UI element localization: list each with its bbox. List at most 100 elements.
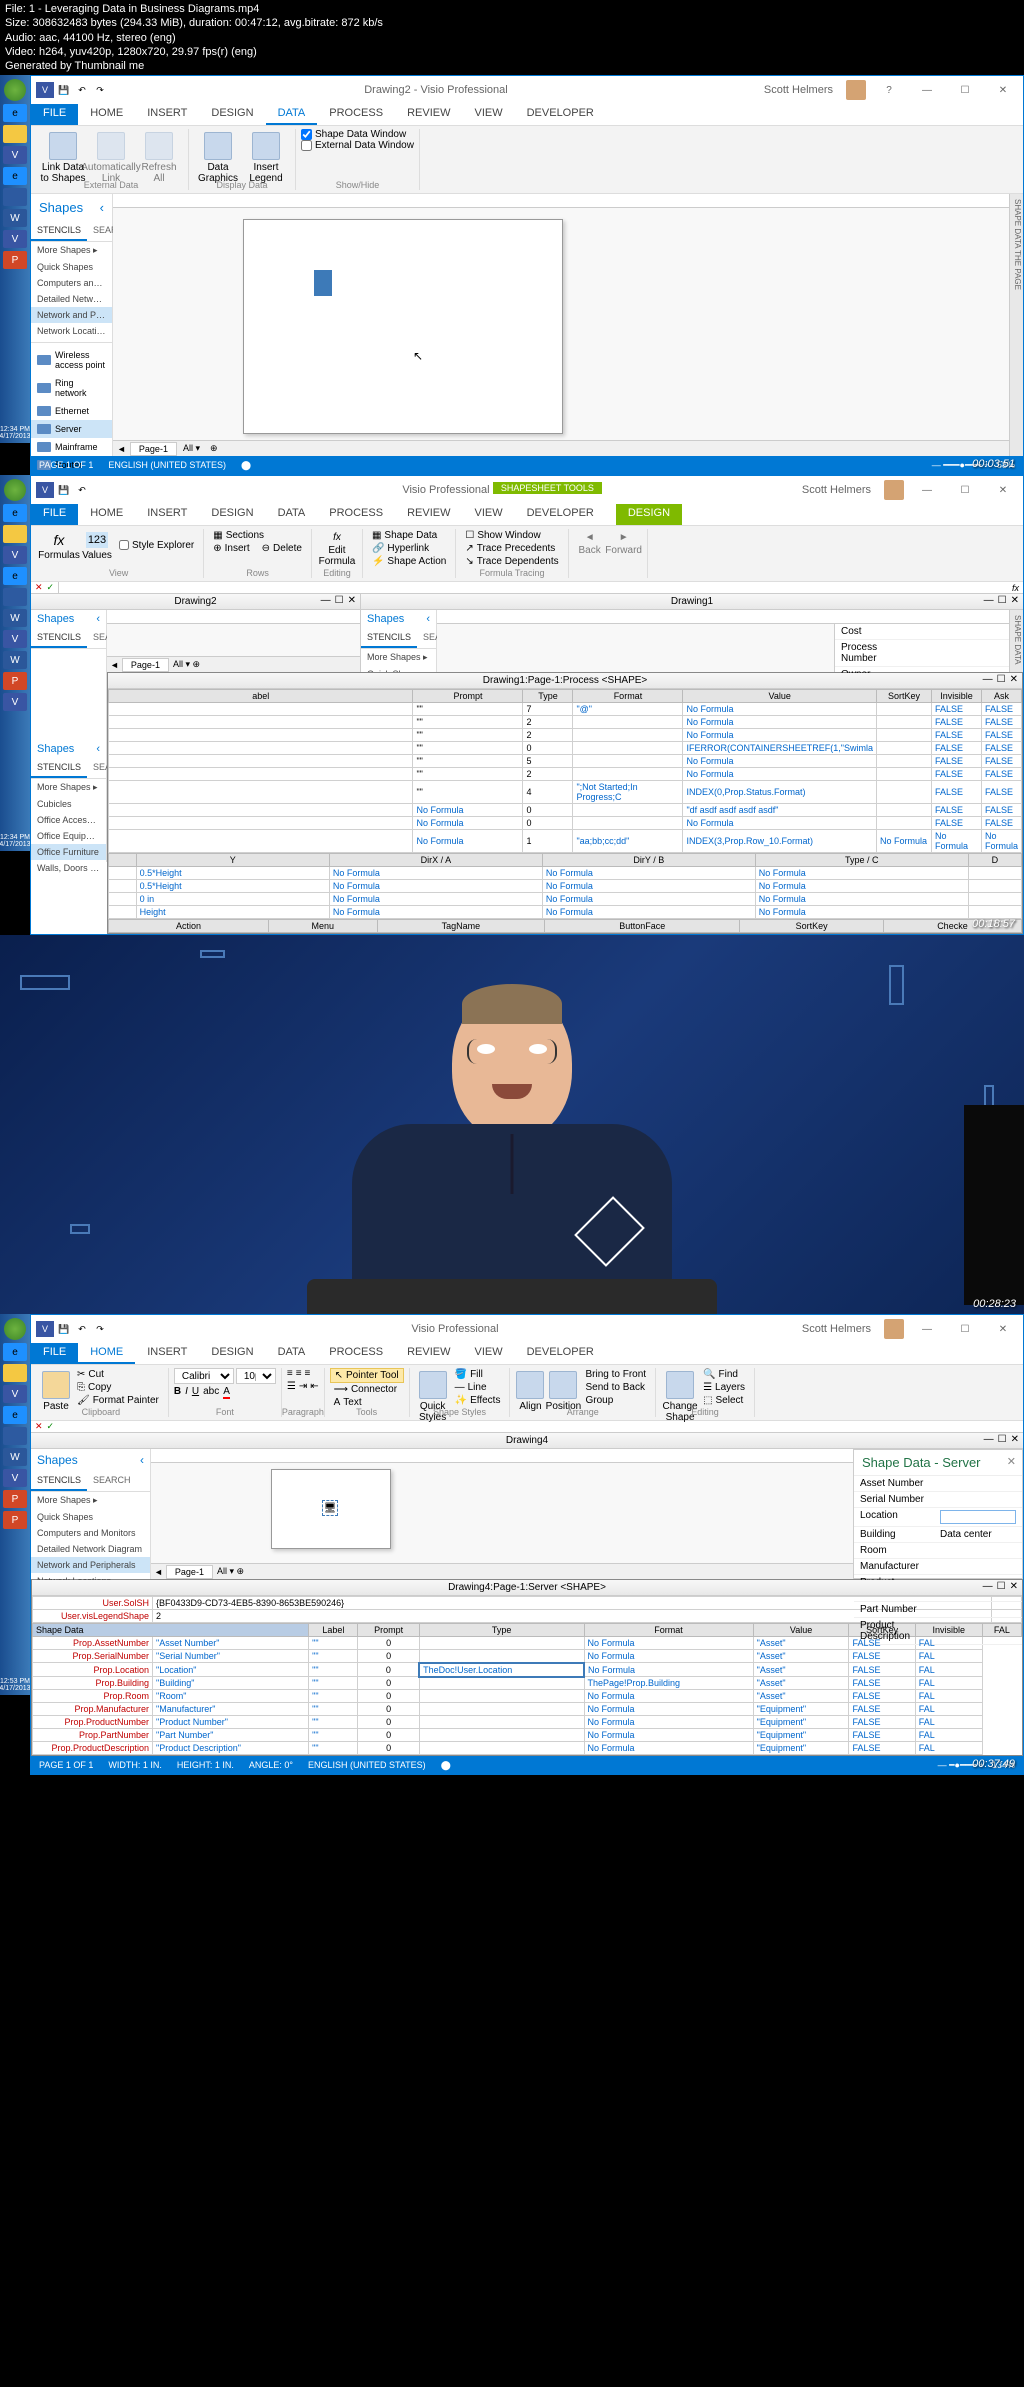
bring-front-button[interactable]: Bring to Front [581,1368,650,1381]
field-value[interactable] [934,1476,1022,1491]
ppt-icon[interactable]: P [3,1490,27,1508]
minimize-icon[interactable]: — [912,80,942,100]
tab-data[interactable]: DATA [266,504,318,525]
ppt-icon[interactable]: P [3,1511,27,1529]
tab-insert[interactable]: INSERT [135,504,199,525]
close-icon[interactable]: ✕ [988,80,1018,100]
tab-data[interactable]: DATA [266,1343,318,1364]
insert-button[interactable]: ⊕ Insert [209,542,253,555]
quick-shapes-item[interactable]: Quick Shapes [31,1509,150,1525]
field-value[interactable] [934,1559,1022,1574]
field-value[interactable] [934,1602,1022,1617]
tab-design[interactable]: DESIGN [199,504,265,525]
redo-icon[interactable]: ↷ [92,82,108,98]
more-shapes-item[interactable]: More Shapes ▸ [31,1492,150,1509]
close-icon[interactable]: ✕ [1011,1434,1019,1445]
collapse-icon[interactable]: ‹ [96,613,100,625]
group-button[interactable]: Group [581,1394,650,1407]
ie-icon[interactable]: e [3,1343,27,1361]
tab-process[interactable]: PROCESS [317,104,395,125]
tab-design-tool[interactable]: DESIGN [616,504,682,525]
maximize-icon[interactable]: ☐ [950,1319,980,1339]
ppt-icon[interactable]: P [3,251,27,269]
undo-icon[interactable]: ↶ [74,1321,90,1337]
user-avatar-icon[interactable] [884,1319,904,1339]
copy-button[interactable]: ⎘ Copy [73,1381,163,1394]
maximize-icon[interactable]: ☐ [335,595,344,606]
font-color-button[interactable]: A [223,1386,230,1399]
tab-home[interactable]: HOME [78,504,135,525]
cancel-icon[interactable]: ✕ [35,582,43,593]
search-tab[interactable]: SEARCH [87,1471,137,1491]
connector-button[interactable]: ⟶ Connector [330,1383,404,1396]
field-value[interactable] [934,1543,1022,1558]
shape-list-item[interactable]: Ring network [31,374,112,402]
save-icon[interactable]: 💾 [56,482,72,498]
align-right-icon[interactable]: ≡ [305,1368,311,1379]
stencil-item[interactable]: Office Furniture [31,844,106,860]
redo-icon[interactable]: ↷ [92,1321,108,1337]
stencils-tab[interactable]: STENCILS [31,628,87,648]
tab-view[interactable]: VIEW [462,104,514,125]
shape-data-sidebar[interactable]: SHAPE DATA [1009,610,1023,672]
canvas[interactable]: 🖥 ◄Page-1All ▾ ⊕ [151,1449,853,1579]
tab-file[interactable]: FILE [31,104,78,125]
stencil-item[interactable]: Detailed Network Diagram [31,1541,150,1557]
stencil-item[interactable]: Network Locations [31,323,112,339]
tab-data[interactable]: DATA [266,104,318,125]
format-painter-button[interactable]: 🖌 Format Painter [73,1394,163,1407]
quick-shapes-item[interactable]: Quick Shapes [31,259,112,275]
tab-developer[interactable]: DEVELOPER [515,504,606,525]
stencil-item[interactable]: Network and Peri... [31,307,112,323]
page-tab[interactable]: Page-1 [122,658,169,672]
visio-icon[interactable]: V [3,1385,27,1403]
minimize-icon[interactable]: — [321,595,331,606]
stencil-item[interactable]: Cubicles [31,796,106,812]
shape-list-item[interactable]: Ethernet [31,402,112,420]
page-nav-icon[interactable]: ◄ [113,444,130,454]
forward-button[interactable]: ►Forward [606,529,642,556]
data-graphics-button[interactable]: Data Graphics [194,129,242,184]
stencils-tab[interactable]: STENCILS [31,221,87,241]
save-icon[interactable] [3,188,27,206]
server-shape[interactable]: 🖥 [322,1500,338,1516]
external-data-window-check[interactable]: External Data Window [301,140,414,151]
maximize-icon[interactable]: ☐ [950,80,980,100]
cancel-icon[interactable]: ✕ [35,1421,43,1432]
bullets-icon[interactable]: ☰ [287,1381,296,1392]
link-data-button[interactable]: Link Data to Shapes [39,129,87,184]
align-button[interactable]: Align [515,1368,545,1412]
stencil-item[interactable]: Computers and Monitors [31,1525,150,1541]
explorer-icon[interactable] [3,125,27,143]
auto-link-button[interactable]: Automatically Link [87,129,135,184]
tab-insert[interactable]: INSERT [135,104,199,125]
paste-button[interactable]: Paste [39,1368,73,1412]
font-select[interactable]: Calibri [174,1368,234,1384]
tab-view[interactable]: VIEW [462,1343,514,1364]
more-shapes-item[interactable]: More Shapes ▸ [361,649,436,666]
stencils-tab[interactable]: STENCILS [31,758,87,778]
save-icon[interactable] [3,588,27,606]
cut-button[interactable]: ✂ Cut [73,1368,163,1381]
align-center-icon[interactable]: ≡ [296,1368,302,1379]
visio-icon[interactable]: V [3,630,27,648]
show-window-button[interactable]: ☐ Show Window [461,529,562,542]
close-icon[interactable]: ✕ [1010,1581,1018,1592]
canvas[interactable]: ↖ ◄ Page-1 All ▾ ⊕ [113,194,1009,456]
record-icon[interactable]: ⬤ [441,1760,451,1771]
accept-icon[interactable]: ✓ [47,582,55,593]
find-button[interactable]: 🔍 Find [699,1368,749,1381]
stencil-item[interactable]: Computers and Mo... [31,275,112,291]
formulas-button[interactable]: fxFormulas [39,529,79,561]
start-button[interactable] [4,1318,26,1340]
maximize-icon[interactable]: ☐ [997,674,1006,685]
send-back-button[interactable]: Send to Back [581,1381,650,1394]
field-value[interactable] [934,1508,1022,1526]
shape-data-button[interactable]: ▦ Shape Data [368,529,450,542]
record-icon[interactable]: ⬤ [241,460,251,471]
close-icon[interactable]: ✕ [988,1319,1018,1339]
maximize-icon[interactable]: ☐ [998,595,1007,606]
hyperlink-button[interactable]: 🔗 Hyperlink [368,542,450,555]
pointer-tool-button[interactable]: ↖ Pointer Tool [330,1368,404,1383]
close-icon[interactable]: ✕ [1010,674,1018,685]
